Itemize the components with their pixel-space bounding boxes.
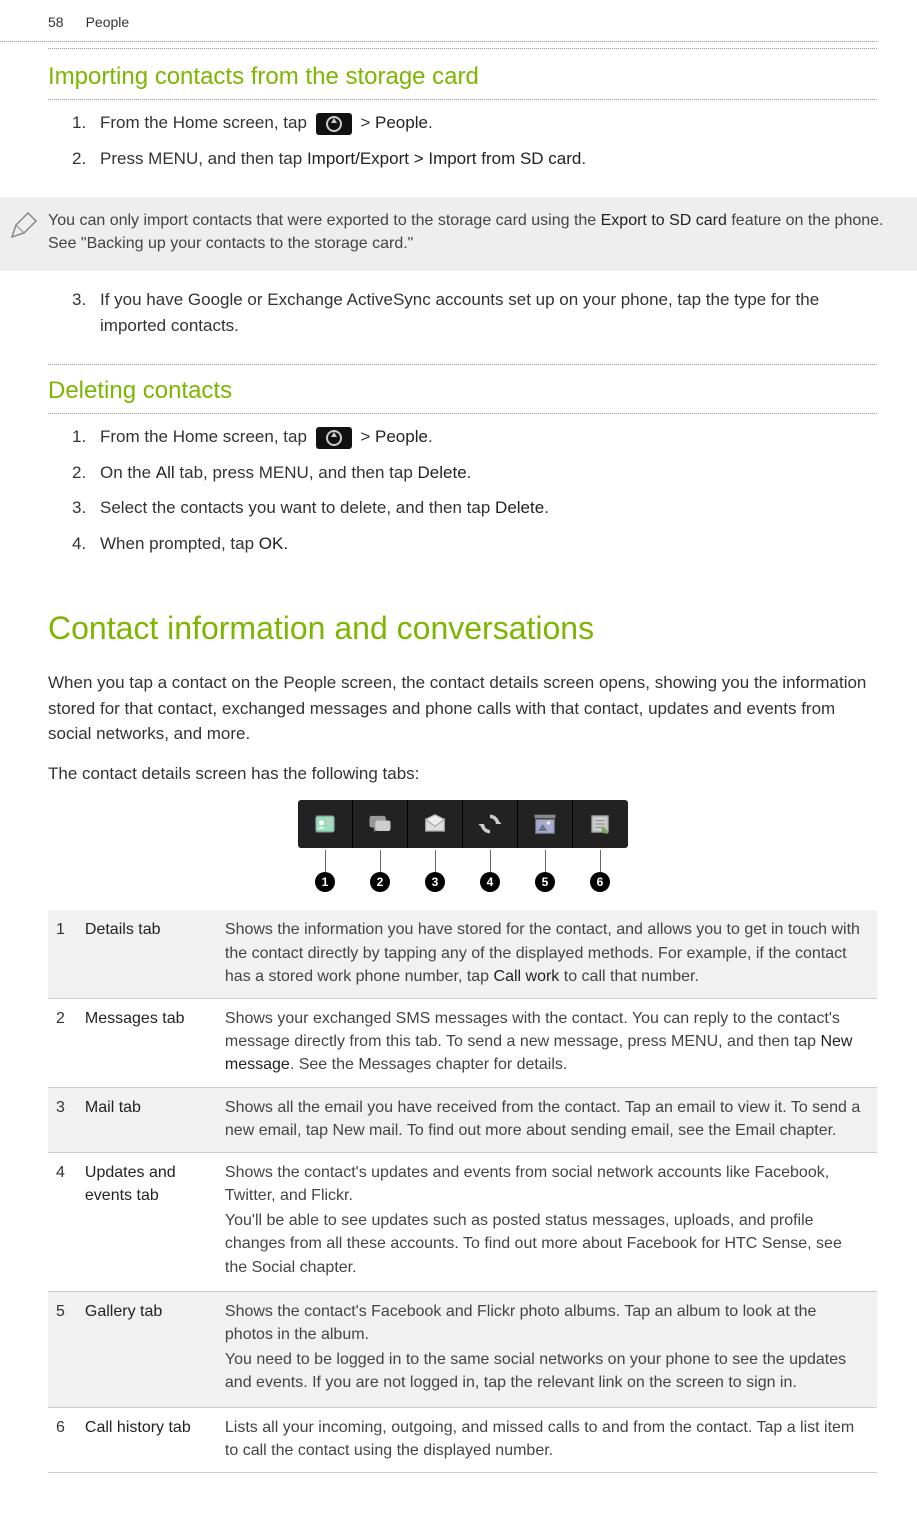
tab-name: Messages tab (77, 998, 217, 1087)
importing-steps-continued: 3. If you have Google or Exchange Active… (48, 277, 877, 358)
step-text: From the Home screen, tap (100, 113, 312, 132)
tab-name: Mail tab (77, 1087, 217, 1152)
callout-number: 2 (370, 872, 390, 892)
intro-para: When you tap a contact on the People scr… (48, 670, 877, 747)
tab-number: 3 (48, 1087, 77, 1152)
step: 1. From the Home screen, tap > People. (100, 110, 877, 136)
step-number: 1. (72, 424, 86, 450)
tab-name: Details tab (77, 910, 217, 998)
subheading-importing: Importing contacts from the storage card (48, 48, 877, 100)
updates-tab-icon (463, 800, 518, 848)
step-text: If you have Google or Exchange ActiveSyn… (100, 290, 819, 335)
step-text: . (428, 427, 433, 446)
pencil-icon (8, 209, 40, 241)
tab-number: 2 (48, 998, 77, 1087)
importing-steps: 1. From the Home screen, tap > People. 2… (48, 100, 877, 191)
details-tab-icon (298, 800, 353, 848)
step: 4. When prompted, tap OK. (100, 531, 877, 557)
page-number: 58 (48, 12, 64, 33)
step-text: > (356, 113, 375, 132)
tab-number: 1 (48, 910, 77, 998)
page-section-name: People (86, 12, 130, 33)
people-label: People (375, 427, 428, 446)
step-text: From the Home screen, tap (100, 427, 312, 446)
step-number: 3. (72, 287, 86, 313)
step-number: 4. (72, 531, 86, 557)
step: 2. Press MENU, and then tap Import/Expor… (100, 146, 877, 172)
callout-number: 5 (535, 872, 555, 892)
apps-icon (316, 427, 352, 449)
callout-number: 3 (425, 872, 445, 892)
tab-name: Gallery tab (77, 1291, 217, 1407)
step-text: > (356, 427, 375, 446)
table-row: 5Gallery tabShows the contact's Facebook… (48, 1291, 877, 1407)
tab-description: Shows the information you have stored fo… (217, 910, 877, 998)
tab-description: Shows all the email you have received fr… (217, 1087, 877, 1152)
callout-number: 6 (590, 872, 610, 892)
tab-description: Shows the contact's Facebook and Flickr … (217, 1291, 877, 1407)
step: 3. Select the contacts you want to delet… (100, 495, 877, 521)
people-label: People (375, 113, 428, 132)
callout: 1 (298, 850, 353, 892)
intro-para-2: The contact details screen has the follo… (48, 761, 877, 787)
gallery-tab-icon (518, 800, 573, 848)
step-number: 2. (72, 146, 86, 172)
callout-row: 1 2 3 4 5 6 (298, 850, 628, 892)
menu-path: Import/Export > Import from SD card (307, 149, 581, 168)
messages-tab-icon (353, 800, 408, 848)
step: 2. On the All tab, press MENU, and then … (100, 460, 877, 486)
step-number: 1. (72, 110, 86, 136)
tab-description: Shows your exchanged SMS messages with t… (217, 998, 877, 1087)
callout: 4 (463, 850, 518, 892)
feature-name: Export to SD card (601, 212, 727, 229)
tabs-bar (298, 800, 628, 848)
call-history-tab-icon (573, 800, 627, 848)
callout-number: 4 (480, 872, 500, 892)
table-row: 1Details tabShows the information you ha… (48, 910, 877, 998)
step-number: 2. (72, 460, 86, 486)
tab-description: Lists all your incoming, outgoing, and m… (217, 1407, 877, 1472)
step-text: Press MENU, and then tap (100, 149, 307, 168)
step: 1. From the Home screen, tap > People. (100, 424, 877, 450)
table-row: 4Updates and events tabShows the contact… (48, 1152, 877, 1291)
subheading-deleting: Deleting contacts (48, 369, 877, 414)
tab-number: 4 (48, 1152, 77, 1291)
callout: 3 (408, 850, 463, 892)
callout: 2 (353, 850, 408, 892)
table-row: 3Mail tabShows all the email you have re… (48, 1087, 877, 1152)
apps-icon (316, 113, 352, 135)
callout-number: 1 (315, 872, 335, 892)
table-row: 6Call history tabLists all your incoming… (48, 1407, 877, 1472)
main-heading-contact-info: Contact information and conversations (48, 604, 877, 652)
note-box: You can only import contacts that were e… (0, 197, 917, 271)
tab-number: 5 (48, 1291, 77, 1407)
table-row: 2Messages tabShows your exchanged SMS me… (48, 998, 877, 1087)
tab-name: Updates and events tab (77, 1152, 217, 1291)
page-header: 58 People (0, 0, 877, 42)
tab-description: Shows the contact's updates and events f… (217, 1152, 877, 1291)
step-text: . (428, 113, 433, 132)
step-number: 3. (72, 495, 86, 521)
step-text: . (581, 149, 586, 168)
callout: 5 (518, 850, 573, 892)
deleting-steps: 1. From the Home screen, tap > People. 2… (48, 414, 877, 576)
note-text: You can only import contacts that were e… (48, 209, 897, 255)
mail-tab-icon (408, 800, 463, 848)
step: 3. If you have Google or Exchange Active… (100, 287, 877, 338)
callout: 6 (573, 850, 628, 892)
tabs-figure: 1 2 3 4 5 6 (298, 800, 628, 892)
tab-name: Call history tab (77, 1407, 217, 1472)
tab-number: 6 (48, 1407, 77, 1472)
tabs-description-table: 1Details tabShows the information you ha… (48, 910, 877, 1473)
